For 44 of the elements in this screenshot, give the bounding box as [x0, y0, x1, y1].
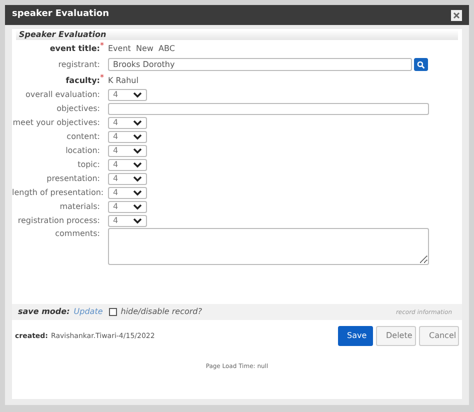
field-label: overall evaluation:	[25, 89, 100, 101]
field-value: Event New ABC	[108, 42, 175, 54]
field-label: faculty:	[66, 74, 100, 86]
required-mark: *	[100, 74, 104, 80]
action-button[interactable]: Delete	[376, 326, 416, 346]
close-icon	[453, 12, 460, 18]
field-label: content:	[66, 131, 100, 143]
rating-select[interactable]: 4	[108, 173, 147, 185]
required-mark: *	[100, 42, 104, 48]
field-label: event title:	[50, 42, 100, 54]
field-label: topic:	[78, 159, 100, 171]
search-icon	[417, 60, 425, 68]
field-label: presentation:	[46, 173, 100, 185]
field-label: registration process:	[18, 215, 100, 227]
rating-select[interactable]: 4	[108, 159, 147, 171]
field-label: registrant:	[58, 58, 100, 70]
comments-field[interactable]	[108, 228, 429, 265]
field-label: meet your objectives:	[12, 117, 100, 129]
field-label: materials:	[60, 201, 100, 213]
section-title: Speaker Evaluation	[18, 29, 106, 41]
rating-select[interactable]: 4	[108, 117, 147, 129]
rating-select[interactable]: 4	[108, 215, 147, 227]
field-value: K Rahul	[108, 74, 138, 86]
action-button[interactable]: Save	[338, 326, 373, 346]
objectives-field[interactable]	[108, 103, 429, 115]
rating-select[interactable]: 4	[108, 145, 147, 157]
action-button[interactable]: Cancel	[419, 326, 459, 346]
rating-select[interactable]: 4	[108, 89, 147, 101]
hide-checkbox[interactable]	[108, 308, 117, 316]
field-label: location:	[66, 145, 100, 157]
checkbox-label: hide/disable record?	[120, 306, 202, 318]
update-link[interactable]: Update	[74, 306, 103, 318]
rating-select[interactable]: 4	[108, 187, 147, 199]
window-title: speaker Evaluation	[12, 8, 110, 22]
chevron-down-icon	[133, 92, 142, 98]
field-label: comments:	[55, 228, 100, 240]
search-button[interactable]	[414, 58, 428, 71]
registrant-field[interactable]: Brooks Dorothy	[108, 58, 412, 71]
save-mode-label: save mode:	[18, 306, 70, 318]
field-label: length of presentation:	[12, 187, 104, 199]
rating-select[interactable]: 4	[108, 201, 147, 213]
close-button[interactable]	[451, 10, 462, 20]
rating-select[interactable]: 4	[108, 131, 147, 143]
field-label: objectives:	[56, 103, 100, 115]
